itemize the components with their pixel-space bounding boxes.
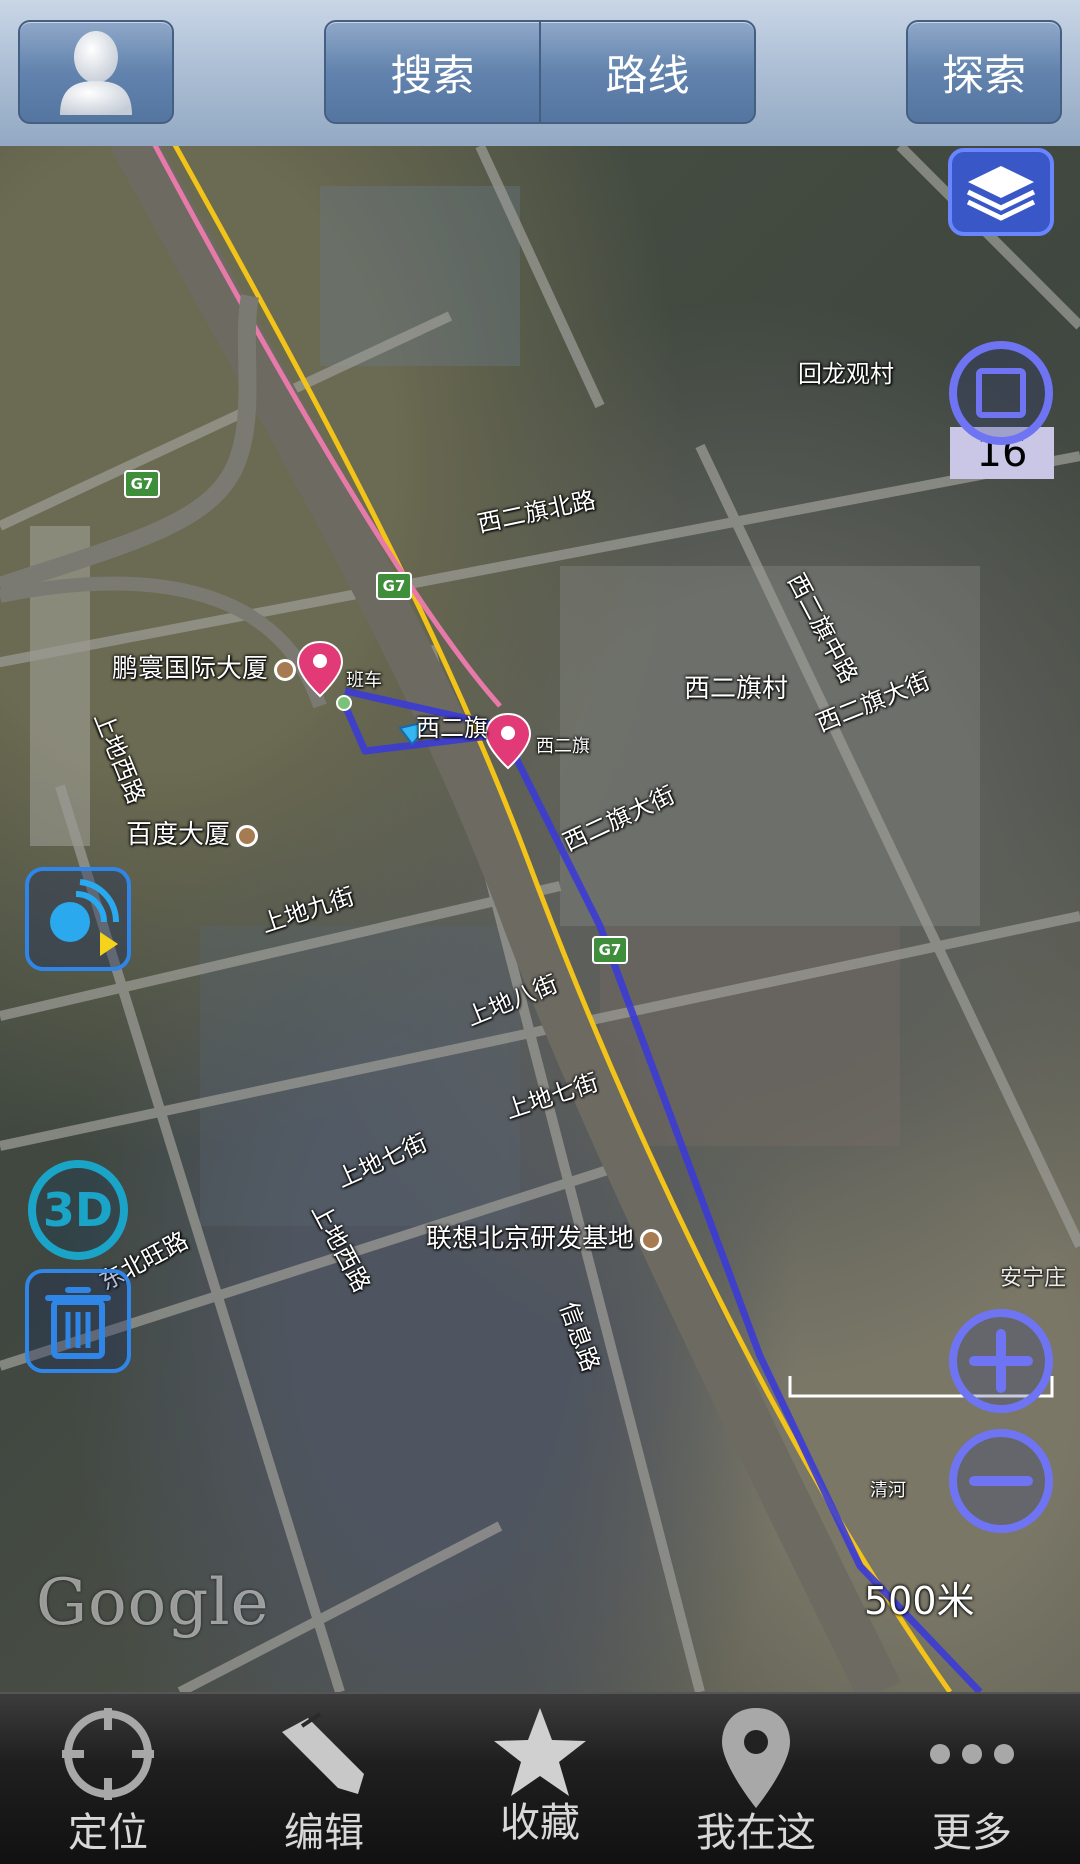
map-scale-text: 500米 — [864, 1579, 975, 1623]
satellite-map[interactable]: G7 G7 G7 回龙观村 西二旗北路 西二旗中路 西二旗村 西二旗大街 西二旗… — [0, 146, 1080, 1692]
3d-label: 3D — [43, 1183, 113, 1237]
highway-shield: G7 — [592, 936, 628, 964]
explore-button[interactable]: 探索 — [906, 20, 1062, 124]
poi-name: 联想北京研发基地 — [426, 1224, 635, 1254]
crosshair-icon — [62, 1708, 154, 1800]
poi-dot-icon — [274, 658, 297, 681]
poi-dot-icon — [236, 824, 259, 847]
route-label: 班车 — [346, 670, 382, 691]
fullscreen-button[interactable] — [946, 338, 1056, 452]
user-avatar-icon — [60, 31, 132, 115]
star-icon — [494, 1708, 586, 1796]
route-tab[interactable]: 路线 — [539, 22, 754, 122]
map-layers-button[interactable] — [946, 146, 1056, 242]
zoom-out-button[interactable] — [946, 1426, 1056, 1540]
square-icon — [949, 341, 1053, 445]
highway-shield: G7 — [124, 470, 160, 498]
minus-icon — [949, 1429, 1053, 1533]
zoom-in-button[interactable] — [946, 1306, 1056, 1420]
poi-lenovo[interactable]: 联想北京研发基地 — [426, 1218, 663, 1255]
search-tab[interactable]: 搜索 — [326, 22, 539, 122]
highway-shield: G7 — [376, 572, 412, 600]
tab-more[interactable]: 更多 — [864, 1694, 1080, 1864]
search-route-segmented-control: 搜索 路线 — [324, 20, 756, 124]
tab-here-label: 我在这 — [696, 1810, 816, 1856]
place-label: 西二旗村 — [684, 674, 789, 704]
plus-icon — [949, 1309, 1053, 1413]
place-label: 安宁庄 — [1000, 1266, 1067, 1291]
tab-edit[interactable]: 编辑 — [216, 1694, 432, 1864]
user-profile-button[interactable] — [18, 20, 174, 124]
voice-broadcast-button[interactable] — [24, 866, 132, 976]
trash-icon — [25, 1269, 131, 1373]
poi-name: 鹏寰国际大厦 — [112, 654, 269, 684]
top-toolbar: 搜索 路线 探索 — [0, 0, 1080, 148]
google-attribution: Google — [36, 1566, 270, 1640]
poi-dot-icon — [640, 1228, 663, 1251]
3d-icon: 3D — [28, 1160, 128, 1260]
tab-favorites[interactable]: 收藏 — [432, 1694, 648, 1864]
poi-name: 百度大厦 — [126, 820, 231, 850]
tab-locate[interactable]: 定位 — [0, 1694, 216, 1864]
map-roads-layer — [0, 146, 1080, 1692]
station-label: 西二旗 — [416, 714, 488, 742]
clear-button[interactable] — [24, 1268, 132, 1378]
poi-baidu[interactable]: 百度大厦 — [126, 814, 259, 851]
radar-speaker-icon — [25, 867, 131, 971]
pencil-icon — [282, 1712, 364, 1794]
poi-pengyuan[interactable]: 鹏寰国际大厦 — [112, 648, 297, 685]
3d-mode-button[interactable]: 3D — [24, 1156, 132, 1268]
tab-more-label: 更多 — [932, 1810, 1012, 1856]
pin-marker-pengyuan — [296, 640, 344, 698]
tab-favorites-label: 收藏 — [500, 1800, 580, 1846]
tab-locate-label: 定位 — [68, 1810, 148, 1856]
station-label: 西二旗 — [536, 736, 590, 757]
bottom-tab-bar: 定位 编辑 收藏 我在这 更多 — [0, 1692, 1080, 1864]
tab-here[interactable]: 我在这 — [648, 1694, 864, 1864]
place-label: 回龙观村 — [798, 360, 894, 388]
station-label: 清河 — [870, 1480, 906, 1501]
tab-edit-label: 编辑 — [284, 1810, 364, 1856]
location-pin-icon — [722, 1708, 790, 1808]
layers-icon — [948, 148, 1054, 236]
more-dots-icon — [930, 1744, 1014, 1764]
